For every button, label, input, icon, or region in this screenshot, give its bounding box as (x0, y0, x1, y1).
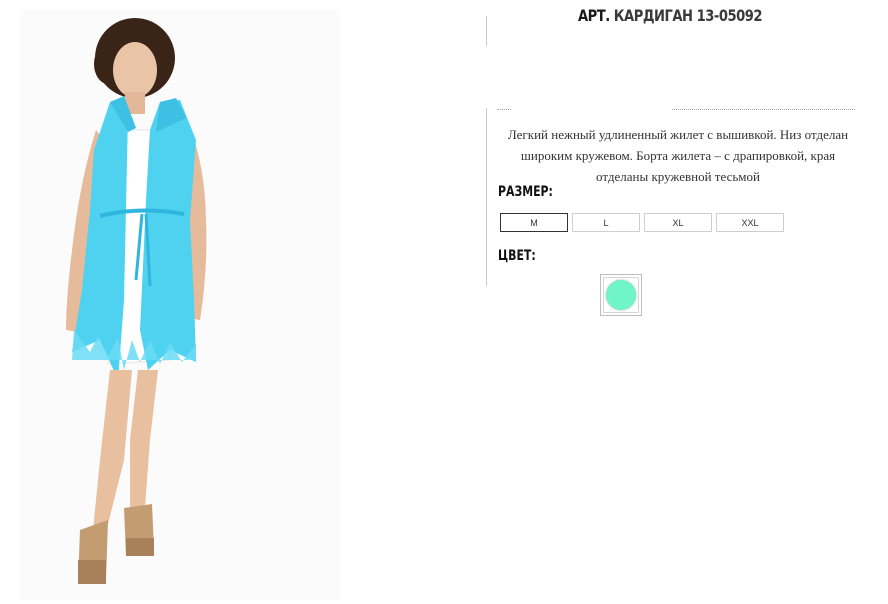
divider-line-top (486, 16, 487, 46)
dotted-divider-left (497, 109, 511, 110)
product-description: Легкий нежный удлиненный жилет с вышивко… (507, 127, 849, 184)
size-option-m[interactable]: M (500, 213, 568, 232)
dotted-divider-right (672, 109, 855, 110)
product-title: АРТ. КАРДИГАН 13-05092 (522, 6, 817, 25)
title-prefix: АРТ. (577, 6, 610, 25)
divider-line-middle (486, 108, 487, 286)
color-swatch-border (603, 277, 639, 313)
size-option-l[interactable]: L (572, 213, 640, 232)
size-label: РАЗМЕР: (498, 184, 553, 200)
size-option-xl[interactable]: XL (644, 213, 712, 232)
product-photo (0, 0, 480, 604)
color-swatch[interactable] (600, 274, 642, 316)
color-label: ЦВЕТ: (498, 248, 536, 264)
color-swatch-dot (606, 280, 636, 310)
size-option-xxl[interactable]: XXL (716, 213, 784, 232)
size-options: M L XL XXL (500, 213, 784, 232)
title-name: КАРДИГАН 13-05092 (613, 6, 763, 25)
